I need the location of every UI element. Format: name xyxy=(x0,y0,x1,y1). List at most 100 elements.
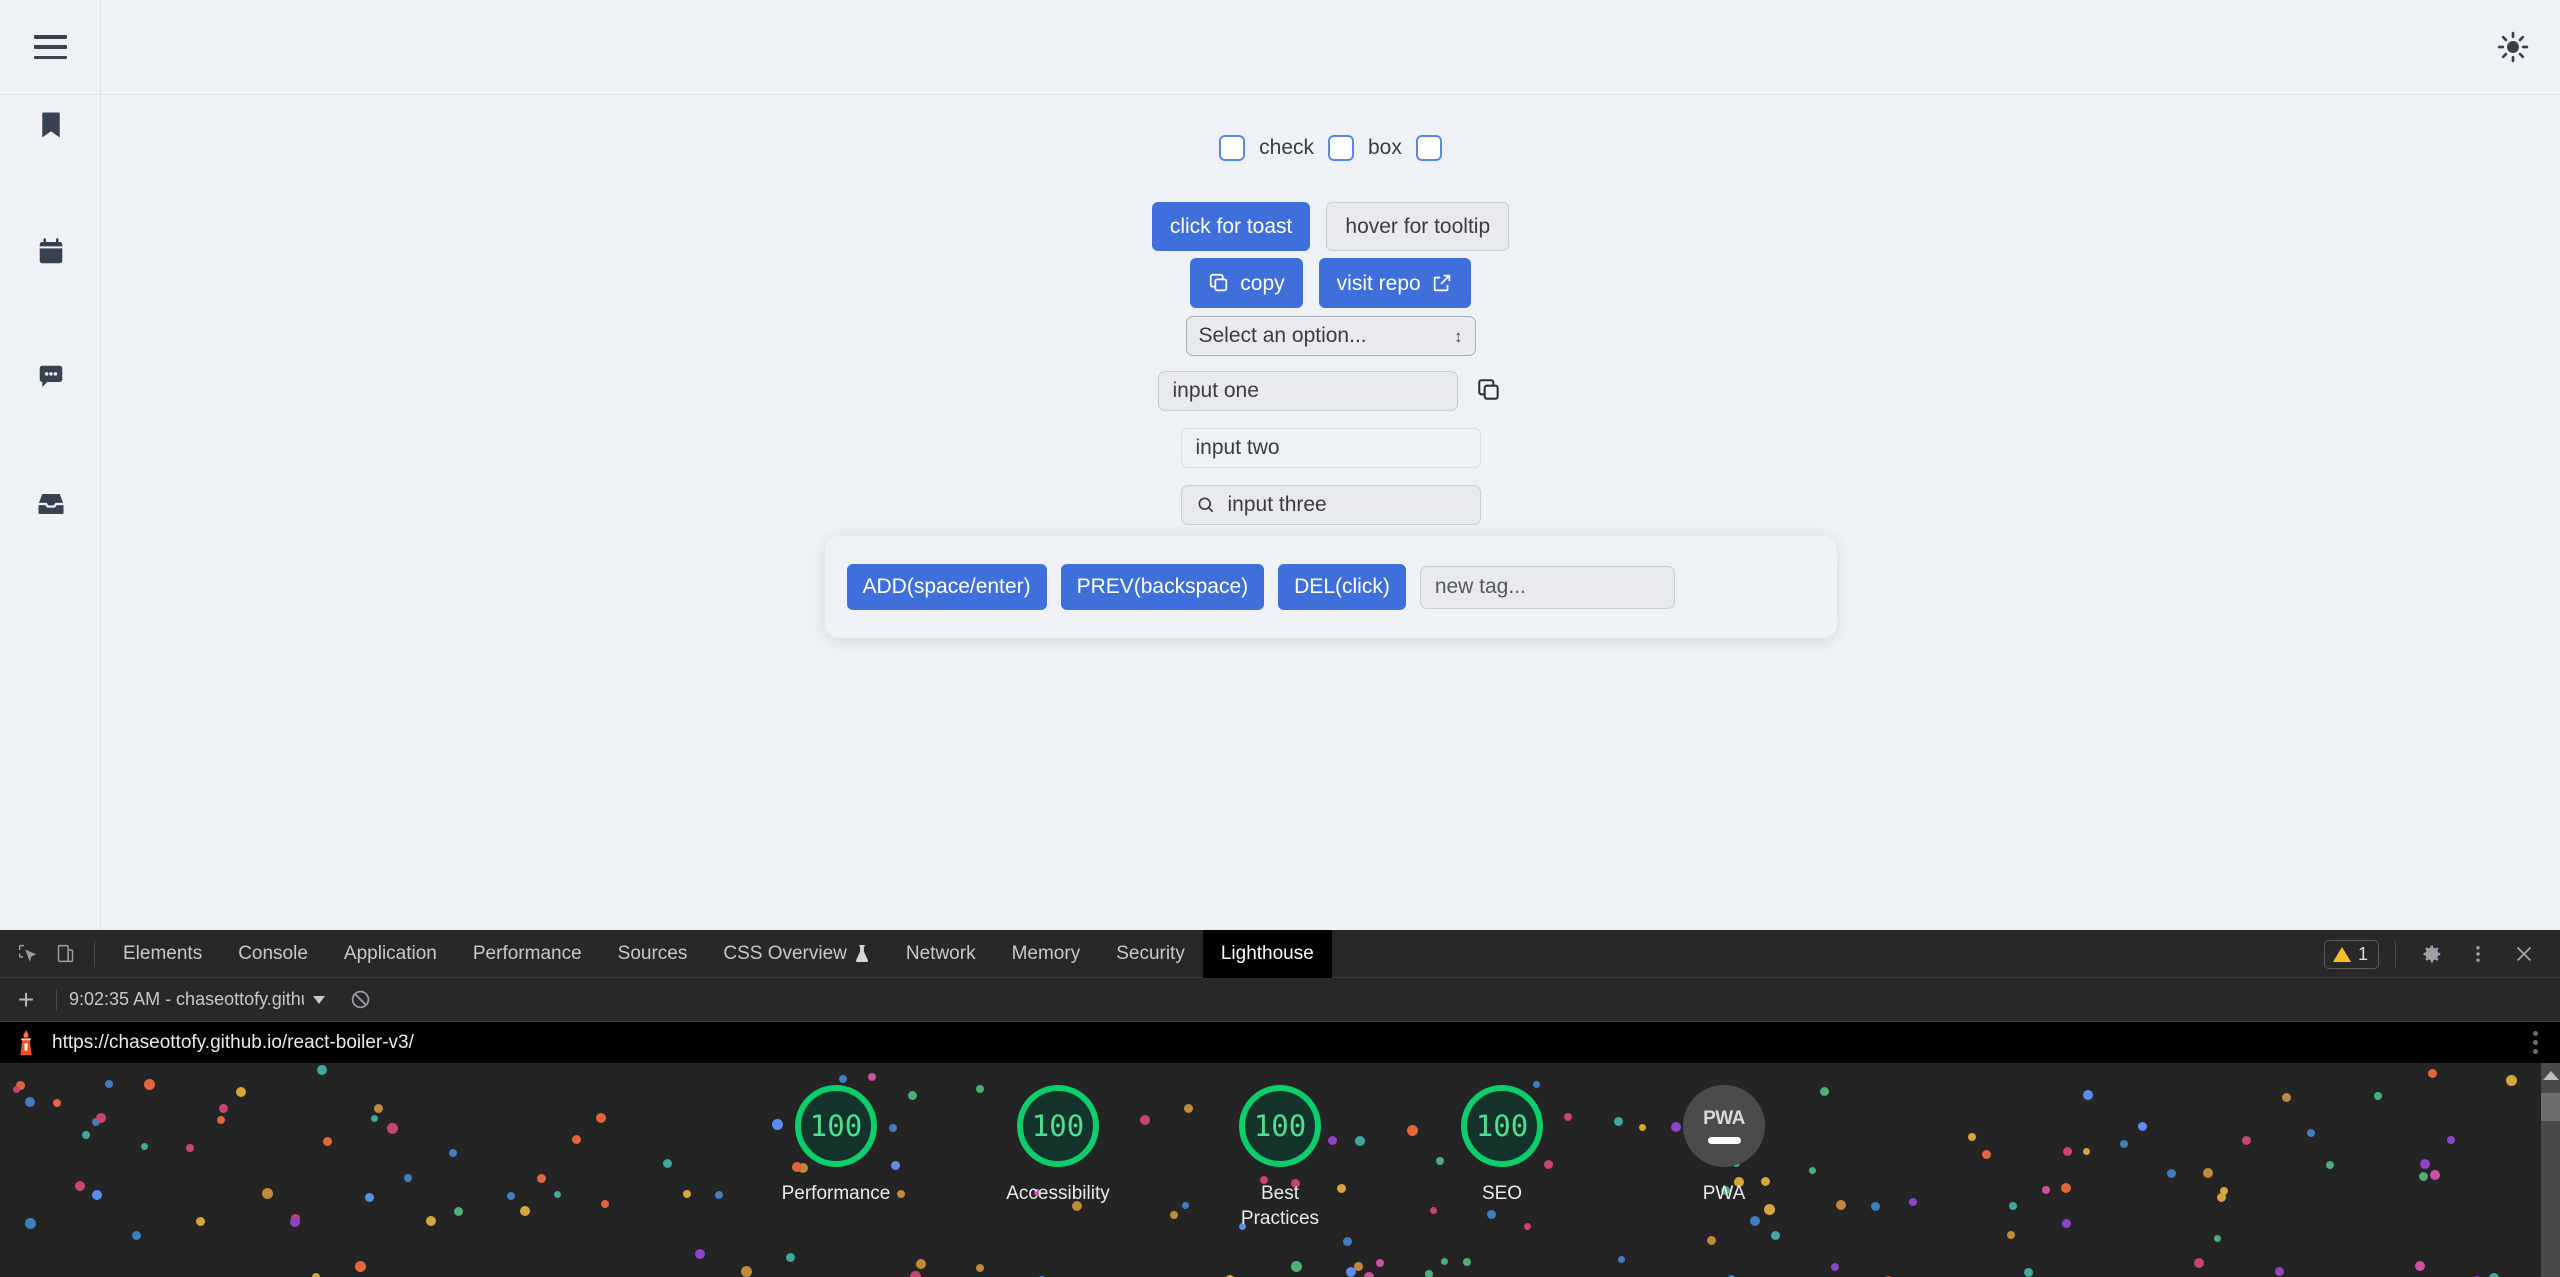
gauge-value: 100 xyxy=(1032,1109,1084,1143)
devtools-toolbar-right: 1 xyxy=(2324,930,2544,978)
chat-bubble-icon xyxy=(36,362,66,392)
search-icon xyxy=(1196,495,1216,515)
confetti-dot xyxy=(2007,1231,2015,1239)
visit-repo-label: visit repo xyxy=(1337,273,1421,294)
confetti-dot xyxy=(1441,1258,1448,1265)
scrollbar-thumb[interactable] xyxy=(2541,1093,2560,1121)
web-page: check box click for toast hover for tool… xyxy=(0,0,2560,930)
app-sidebar xyxy=(0,0,101,930)
visit-repo-button[interactable]: visit repo xyxy=(1319,258,1471,308)
tab-css-overview-label: CSS Overview xyxy=(723,943,847,965)
scroll-up-arrow-icon[interactable] xyxy=(2543,1071,2559,1080)
input-one-row: input one xyxy=(101,371,2560,411)
device-toolbar-button[interactable] xyxy=(46,935,84,973)
confetti-dot xyxy=(1831,1263,1839,1271)
score-gauge-pwa[interactable]: PWA PWA xyxy=(1644,1085,1804,1231)
sidebar-item-messages[interactable] xyxy=(0,358,101,396)
input-three-value: input three xyxy=(1228,493,1327,517)
copy-input-one-button[interactable] xyxy=(1476,377,1504,405)
tooltip-button[interactable]: hover for tooltip xyxy=(1326,202,1509,251)
devtools-more-button[interactable] xyxy=(2458,934,2498,974)
gauge-ring-pwa: PWA xyxy=(1683,1085,1765,1167)
page-content: check box click for toast hover for tool… xyxy=(101,95,2560,930)
gauge-ring: 100 xyxy=(795,1085,877,1167)
hamburger-icon[interactable] xyxy=(34,35,67,59)
lighthouse-url: https://chaseottofy.github.io/react-boil… xyxy=(52,1032,2527,1054)
gauge-ring: 100 xyxy=(1461,1085,1543,1167)
kebab-dot xyxy=(2533,1049,2538,1054)
copy-button-label: copy xyxy=(1240,273,1284,294)
input-three[interactable]: input three xyxy=(1181,485,1481,525)
tab-application[interactable]: Application xyxy=(326,930,455,978)
confetti-dot xyxy=(2489,1273,2499,1277)
checkbox-3[interactable] xyxy=(1416,135,1442,161)
lighthouse-report-menu-button[interactable] xyxy=(2527,1025,2544,1060)
button-row-primary: click for toast hover for tooltip xyxy=(101,202,2560,251)
lighthouse-scrollbar[interactable] xyxy=(2541,1063,2560,1277)
input-three-row: input three xyxy=(101,485,2560,525)
checkbox-2[interactable] xyxy=(1328,135,1354,161)
confetti-dot xyxy=(741,1266,752,1277)
pwa-badge-text: PWA xyxy=(1703,1108,1745,1130)
score-gauge-seo[interactable]: 100 SEO xyxy=(1422,1085,1582,1231)
confetti-dot xyxy=(1463,1258,1471,1266)
lighthouse-run-selector[interactable]: 9:02:35 AM - chaseottofy.githu xyxy=(69,989,325,1010)
gauge-value: 100 xyxy=(1254,1109,1306,1143)
confetti-dot xyxy=(1618,1256,1625,1263)
tab-network[interactable]: Network xyxy=(888,930,994,978)
inspect-element-button[interactable] xyxy=(8,935,46,973)
input-one[interactable]: input one xyxy=(1158,371,1458,411)
kebab-menu-icon xyxy=(2467,943,2489,965)
caret-down-icon xyxy=(313,996,325,1004)
gauge-ring: 100 xyxy=(1017,1085,1099,1167)
tab-css-overview[interactable]: CSS Overview xyxy=(705,930,888,978)
tab-lighthouse[interactable]: Lighthouse xyxy=(1203,930,1332,978)
copy-button[interactable]: copy xyxy=(1190,258,1302,308)
input-two[interactable]: input two xyxy=(1181,428,1481,468)
tag-panel: ADD(space/enter) PREV(backspace) DEL(cli… xyxy=(825,536,1837,638)
tab-elements[interactable]: Elements xyxy=(105,930,220,978)
score-gauge-performance[interactable]: 100 Performance xyxy=(756,1085,916,1231)
confetti-dot xyxy=(1346,1267,1356,1277)
screen: check box click for toast hover for tool… xyxy=(0,0,2560,1277)
tab-console[interactable]: Console xyxy=(220,930,326,978)
lighthouse-clear-button[interactable] xyxy=(343,983,377,1017)
score-gauge-best-practices[interactable]: 100 Best Practices xyxy=(1200,1085,1360,1231)
kebab-dot xyxy=(2533,1031,2538,1036)
new-tag-input[interactable]: new tag... xyxy=(1420,566,1675,609)
sidebar-item-bookmark[interactable] xyxy=(0,106,101,144)
tab-memory[interactable]: Memory xyxy=(994,930,1099,978)
confetti-dot xyxy=(2275,1267,2284,1276)
theme-toggle-button[interactable] xyxy=(2496,30,2530,64)
kebab-dot xyxy=(2533,1040,2538,1045)
confetti-dot xyxy=(868,1073,876,1081)
bookmark-icon xyxy=(36,110,66,140)
lighthouse-report-body: 100 Performance 100 Accessibility 100 Be… xyxy=(0,1063,2560,1277)
lighthouse-toolbar-divider xyxy=(56,989,57,1011)
checkbox-1[interactable] xyxy=(1219,135,1245,161)
confetti-dot xyxy=(1707,1236,1716,1245)
close-icon xyxy=(2513,943,2535,965)
tag-prev-button[interactable]: PREV(backspace) xyxy=(1061,564,1265,610)
tab-security[interactable]: Security xyxy=(1098,930,1203,978)
score-gauge-accessibility[interactable]: 100 Accessibility xyxy=(978,1085,1138,1231)
option-select[interactable]: Select an option... ↕ xyxy=(1186,316,1476,356)
new-lighthouse-run-button[interactable]: + xyxy=(8,982,44,1018)
confetti-dot xyxy=(916,1259,926,1269)
devtools-close-button[interactable] xyxy=(2504,934,2544,974)
lighthouse-url-bar: https://chaseottofy.github.io/react-boil… xyxy=(0,1022,2560,1063)
gauge-ring: 100 xyxy=(1239,1085,1321,1167)
tag-add-button[interactable]: ADD(space/enter) xyxy=(847,564,1047,610)
toast-button[interactable]: click for toast xyxy=(1152,202,1311,251)
inspect-element-icon xyxy=(17,943,38,964)
sidebar-item-inbox[interactable] xyxy=(0,485,101,523)
tag-del-button[interactable]: DEL(click) xyxy=(1278,564,1406,610)
confetti-dot xyxy=(132,1231,141,1240)
tab-performance[interactable]: Performance xyxy=(455,930,600,978)
sidebar-item-calendar[interactable] xyxy=(0,233,101,271)
warning-badge[interactable]: 1 xyxy=(2324,940,2379,969)
confetti-dot xyxy=(1291,1261,1302,1272)
tab-sources[interactable]: Sources xyxy=(600,930,706,978)
gauge-value: 100 xyxy=(1476,1109,1528,1143)
devtools-settings-button[interactable] xyxy=(2412,934,2452,974)
